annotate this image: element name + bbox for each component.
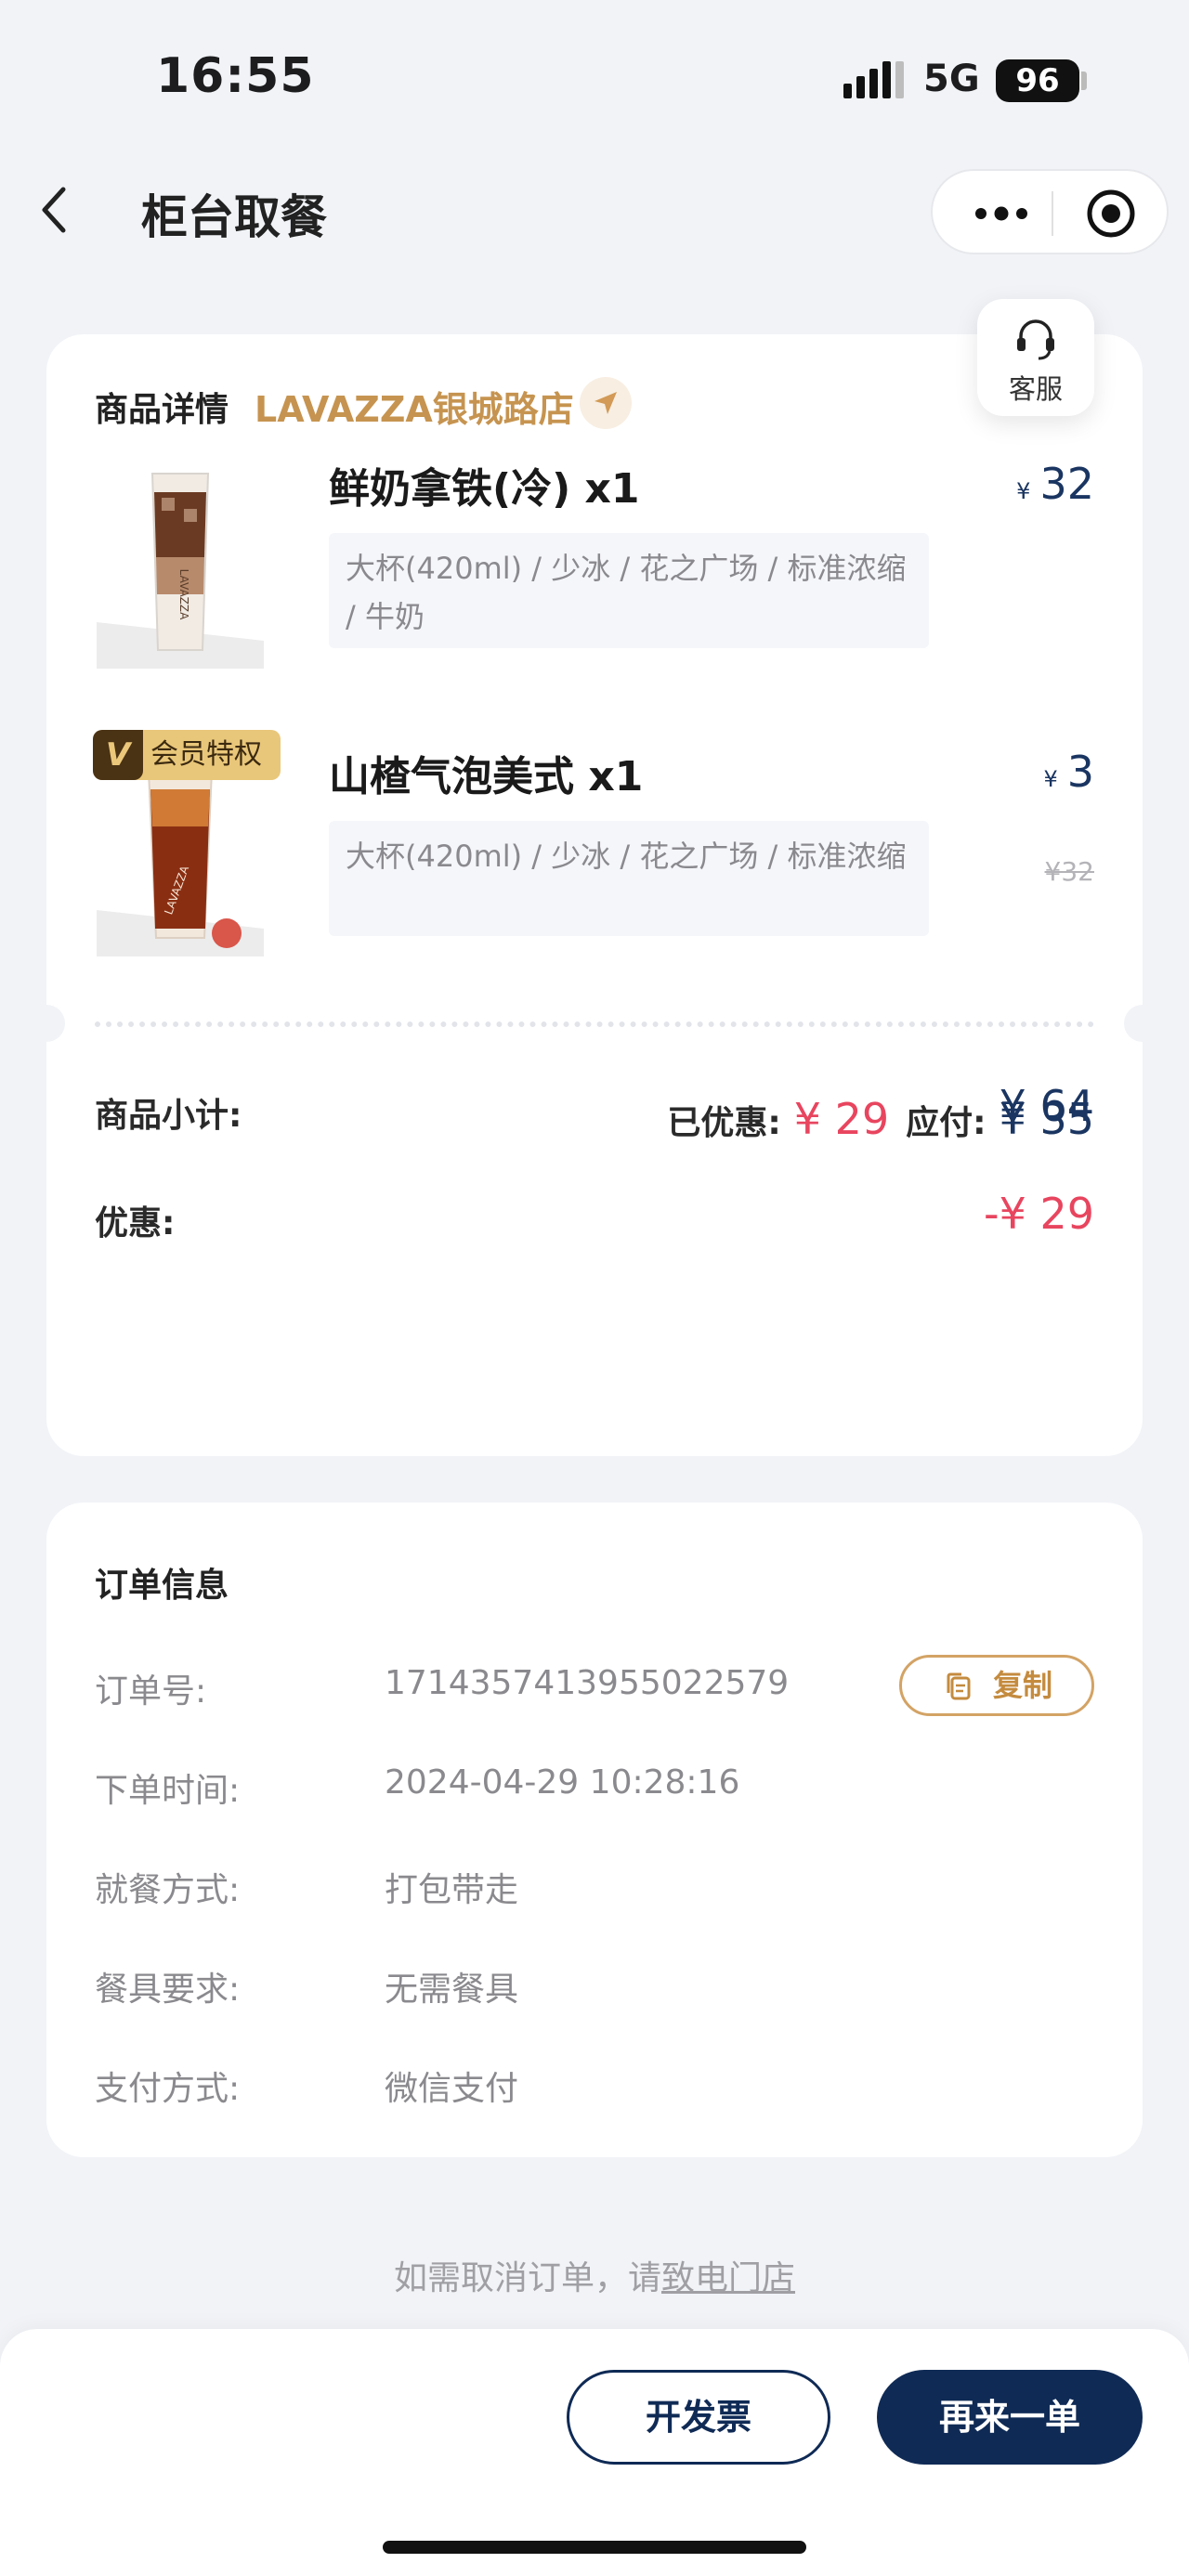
mini-program-capsule [931,169,1169,254]
dining-method-row: 就餐方式: 打包带走 [95,1863,1098,1919]
close-miniprogram-icon[interactable] [1085,188,1137,240]
copy-button[interactable]: 复制 [899,1655,1094,1716]
call-store-link[interactable]: 致电门店 [661,2259,795,2297]
info-label: 订单号: [95,1672,207,1711]
info-label: 下单时间: [95,1772,241,1810]
info-label: 餐具要求: [95,1971,241,2009]
card-notch-right [1124,1005,1161,1042]
item-price: ¥32 [1016,459,1094,509]
bottom-action-bar: 开发票 再来一单 [0,2329,1189,2576]
invoice-button[interactable]: 开发票 [567,2370,830,2465]
payment-summary: 已优惠: ¥ 29 应付: ¥ 35 [667,1094,1094,1144]
payable-value: ¥ 35 [999,1094,1094,1144]
dotted-divider [95,1021,1094,1027]
copy-icon [947,1672,971,1700]
home-indicator[interactable] [383,2541,806,2554]
order-time-row: 下单时间: 2024-04-29 10:28:16 [95,1763,1098,1819]
copy-label: 复制 [992,1668,1052,1703]
saved-label: 已优惠: [667,1104,781,1142]
customer-service-button[interactable]: 客服 [977,299,1094,416]
battery-tip [1081,72,1087,90]
customer-service-label: 客服 [1008,373,1063,405]
store-name-link[interactable]: LAVAZZA银城路店 [255,381,574,432]
item-price: ¥3 [1043,747,1094,797]
headset-icon [1017,319,1054,360]
payable-label: 应付: [906,1104,986,1142]
info-label: 支付方式: [95,2070,241,2108]
item-name: 鲜奶拿铁(冷) x1 [329,465,640,513]
currency-symbol: ¥ [1043,766,1058,792]
iced-latte-image: LAVAZZA [97,473,264,669]
cancel-note-text: 如需取消订单，请 [393,2259,661,2297]
payment-method-row: 支付方式: 微信支付 [95,2062,1098,2117]
cutlery-row: 餐具要求: 无需餐具 [95,1962,1098,2018]
network-type: 5G [923,58,980,100]
status-time: 16:55 [156,48,315,104]
currency-symbol: ¥ [1016,478,1031,504]
order-time: 2024-04-29 10:28:16 [385,1763,740,1802]
vip-icon: V [93,730,143,780]
item-name: 山楂气泡美式 x1 [329,753,644,800]
discount-label: 优惠: [95,1204,176,1242]
payment-method: 微信支付 [385,2070,519,2108]
status-bar: 16:55 5G 96 [0,0,1189,158]
signal-icon [843,61,904,98]
back-arrow-icon[interactable] [37,184,74,236]
cutlery-requirement: 无需餐具 [385,1971,519,2009]
member-privilege-label: 会员特权 [150,738,262,771]
item-price-value: 32 [1039,459,1094,509]
cancel-note: 如需取消订单，请致电门店 [0,2251,1189,2299]
dining-method: 打包带走 [385,1871,519,1909]
product-details-card: 商品详情 LAVAZZA银城路店 LAVAZZA 鲜奶拿铁(冷) x1 大杯(4… [28,334,1161,1456]
item-price-value: 3 [1066,747,1094,797]
order-info-heading: 订单信息 [95,1567,229,1605]
member-privilege-badge: V 会员特权 [93,730,281,780]
order-item: LAVAZZA V 会员特权 山楂气泡美式 x1 大杯(420ml) / 少冰 /… [46,730,1143,984]
battery-icon: 96 [996,59,1079,102]
order-number: 1714357413955022579 [385,1664,790,1702]
info-label: 就餐方式: [95,1871,241,1909]
reorder-button[interactable]: 再来一单 [877,2370,1143,2465]
order-item: LAVAZZA 鲜奶拿铁(冷) x1 大杯(420ml) / 少冰 / 花之广场… [46,455,1143,696]
product-details-heading: 商品详情 [95,391,229,429]
more-icon[interactable] [964,195,1039,232]
saved-value: ¥ 29 [793,1094,890,1144]
order-info-card: 订单信息 订单号: 1714357413955022579 复制 下单时间: 2… [46,1503,1143,2157]
nav-bar: 柜台取餐 [0,158,1189,260]
navigate-icon[interactable] [580,377,632,429]
discount-value: -¥ 29 [983,1189,1094,1239]
item-options: 大杯(420ml) / 少冰 / 花之广场 / 标准浓缩 [329,821,929,936]
item-original-price: ¥32 [1044,856,1094,887]
subtotal-label: 商品小计: [95,1097,242,1135]
svg-text:LAVAZZA: LAVAZZA [177,569,190,620]
page-title: 柜台取餐 [141,190,327,244]
item-options: 大杯(420ml) / 少冰 / 花之广场 / 标准浓缩 / 牛奶 [329,533,929,648]
card-notch-left [28,1005,65,1042]
capsule-divider [1052,191,1053,236]
